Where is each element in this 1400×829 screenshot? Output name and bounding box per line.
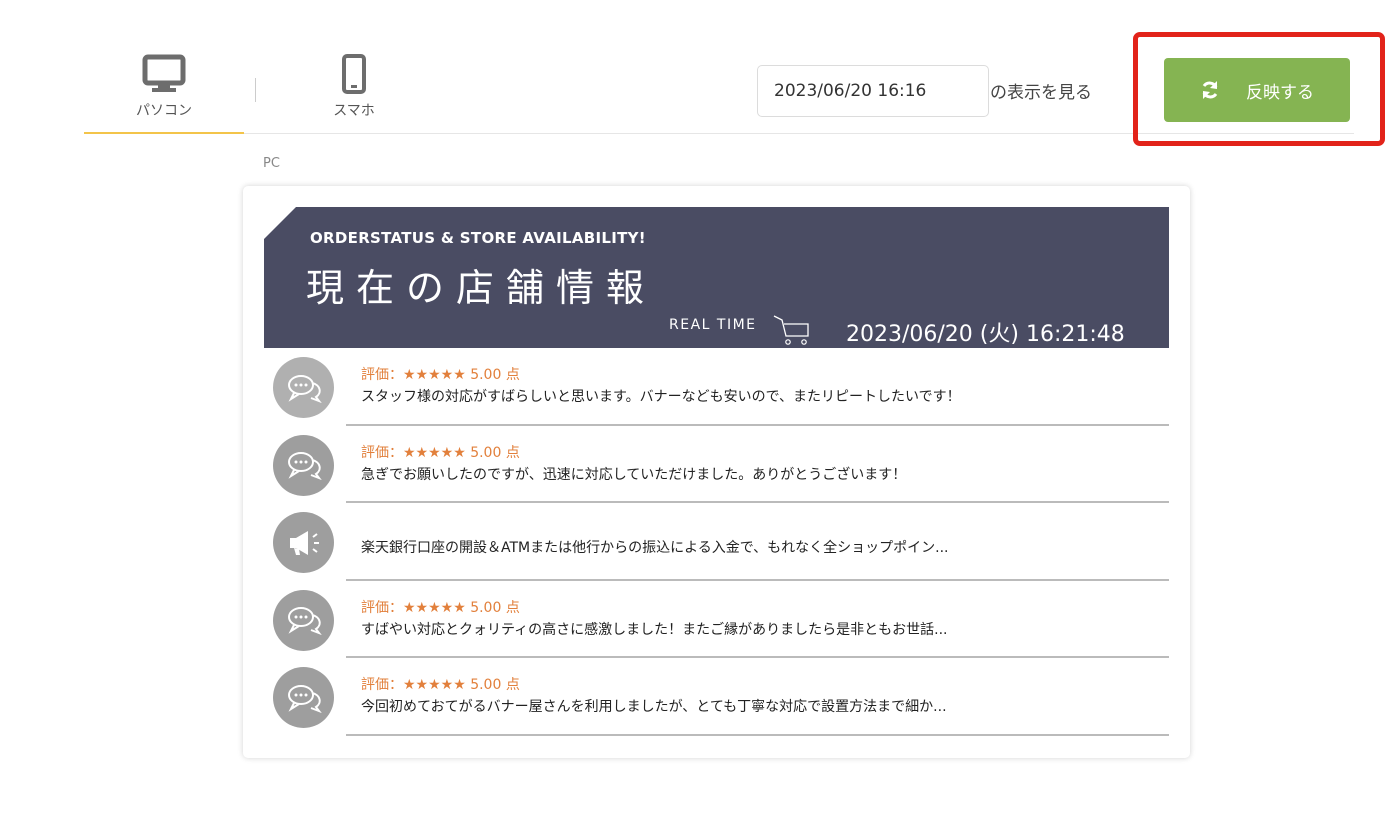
tab-smartphone-label: スマホ bbox=[333, 103, 375, 119]
item-divider bbox=[346, 733, 1169, 736]
tab-smartphone[interactable]: スマホ bbox=[274, 50, 434, 133]
monitor-icon bbox=[142, 54, 186, 92]
review-rating: 評価：★★★★★ 5.00 点 bbox=[361, 367, 520, 383]
review-text: 急ぎでお願いしたのですが、迅速に対応していただけました。ありがとうございます！ bbox=[361, 466, 907, 483]
reflect-button-label: 反映する bbox=[1246, 82, 1314, 103]
review-rating: 評価：★★★★★ 5.00 点 bbox=[361, 599, 520, 616]
chat-bubbles-icon bbox=[273, 357, 334, 418]
tab-pc[interactable]: パソコン bbox=[84, 50, 244, 134]
news-text: 楽天銀行口座の開設＆ATMまたは他行からの振込による入金で、もれなく全ショップポ… bbox=[361, 540, 949, 557]
megaphone-icon bbox=[273, 512, 334, 574]
preview-card: ORDERSTATUS & STORE AVAILABILITY! 現在の店舗情… bbox=[243, 186, 1190, 758]
chat-bubbles-icon bbox=[273, 667, 334, 729]
store-info-list: 評価：★★★★★ 5.00 点 スタッフ様の対応がすばらしいと思います。バナーな… bbox=[264, 348, 1169, 736]
chat-bubbles-icon bbox=[273, 589, 334, 651]
review-text: すばやい対応とクォリティの高さに感激しました！またご縁がありましたら是非ともお世… bbox=[361, 621, 948, 638]
cart-icon bbox=[773, 315, 809, 345]
list-item: 楽天銀行口座の開設＆ATMまたは他行からの振込による入金で、もれなく全ショップポ… bbox=[264, 503, 1169, 581]
list-item: 評価：★★★★★ 5.00 点 今回初めておてがるバナー屋さんを利用しましたが、… bbox=[264, 658, 1169, 736]
preview-caption: PC bbox=[263, 156, 280, 171]
review-text: スタッフ様の対応がすばらしいと思います。バナーなども安いので、またリピートしたい… bbox=[361, 389, 961, 405]
list-item: 評価：★★★★★ 5.00 点 スタッフ様の対応がすばらしいと思います。バナーな… bbox=[264, 348, 1169, 426]
reflect-button[interactable]: 反映する bbox=[1164, 58, 1350, 122]
list-item: 評価：★★★★★ 5.00 点 急ぎでお願いしたのですが、迅速に対応していただけ… bbox=[264, 426, 1169, 504]
smartphone-icon bbox=[342, 54, 366, 94]
chat-bubbles-icon bbox=[273, 434, 334, 496]
banner-title: 現在の店舗情報 bbox=[306, 266, 657, 310]
banner-subtitle: ORDERSTATUS & STORE AVAILABILITY! bbox=[310, 229, 646, 247]
store-info-banner: ORDERSTATUS & STORE AVAILABILITY! 現在の店舗情… bbox=[264, 207, 1169, 348]
list-item: 評価：★★★★★ 5.00 点 すばやい対応とクォリティの高さに感激しました！ま… bbox=[264, 581, 1169, 659]
banner-datetime: 2023/06/20 (火) 16:21:48 bbox=[846, 322, 1125, 347]
review-rating: 評価：★★★★★ 5.00 点 bbox=[361, 677, 520, 694]
review-text: 今回初めておてがるバナー屋さんを利用しましたが、とても丁寧な対応で設置方法まで細… bbox=[361, 699, 947, 716]
realtime-label: REAL TIME bbox=[669, 317, 757, 333]
tab-divider bbox=[255, 78, 256, 102]
tab-pc-label: パソコン bbox=[136, 103, 192, 119]
refresh-icon bbox=[1202, 81, 1218, 99]
review-rating: 評価：★★★★★ 5.00 点 bbox=[361, 444, 520, 461]
datetime-suffix: の表示を見る bbox=[990, 83, 1092, 103]
banner-corner bbox=[264, 207, 296, 239]
datetime-input[interactable] bbox=[757, 65, 989, 117]
